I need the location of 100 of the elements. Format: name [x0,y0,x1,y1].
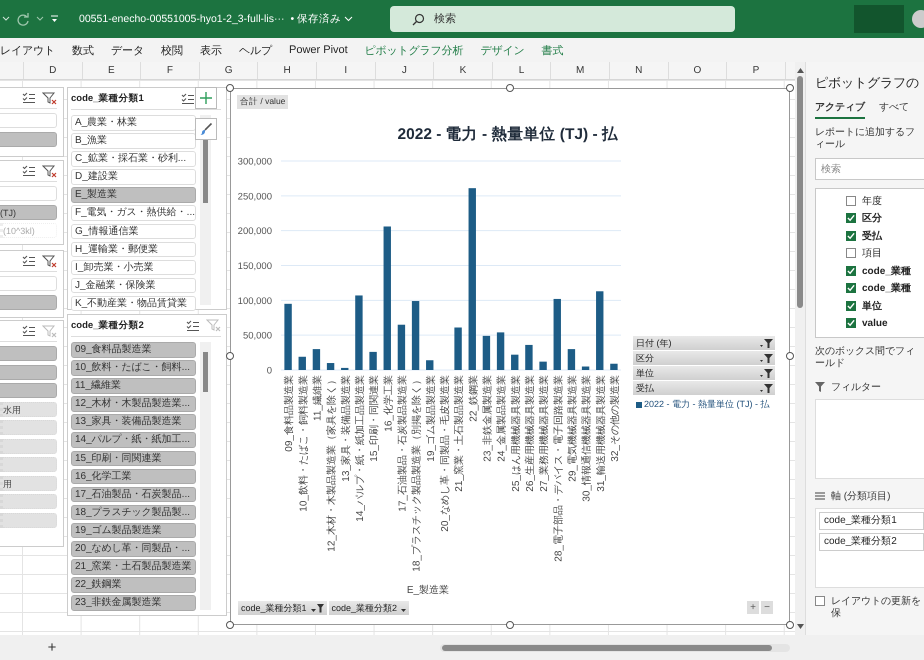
axis-field-button[interactable]: code_業種分類1 [238,601,327,615]
checkbox[interactable] [846,196,856,206]
ribbon-tab[interactable]: 校閲 [161,42,183,58]
slicer-item[interactable]: J_金融業・保険業 [71,278,196,294]
slicer-item[interactable]: 16_化学工業 [71,468,196,484]
clear-filter-icon[interactable] [42,92,57,104]
legend-field-button[interactable]: 受払 [633,381,775,395]
axis-field-item[interactable]: code_業種分類2 [819,533,924,551]
slicer-item[interactable]: 17_石油製品・石炭製品... [71,486,196,502]
slicer-item[interactable]: 水用 [0,402,57,416]
slicer-item[interactable]: 13_家具・装備品製造業 [71,414,196,430]
caret-icon[interactable] [2,16,10,22]
resize-handle[interactable] [786,621,794,629]
axis-field-item[interactable]: code_業種分類1 [819,512,924,530]
column-header[interactable]: F [141,62,200,79]
chart-style-button[interactable] [195,118,217,140]
field-label[interactable]: 受払 [862,228,882,243]
slicer-item[interactable]: 14_パルプ・紙・紙加工... [71,432,196,448]
checkbox[interactable] [846,266,856,276]
slicer-item[interactable]: 15_印刷・同関連業 [71,450,196,466]
resize-handle[interactable] [226,621,234,629]
column-header[interactable]: O [668,62,728,79]
slicer-item[interactable]: 用 [0,476,57,490]
bar[interactable] [568,349,576,370]
field-label[interactable]: 項目 [862,246,882,260]
value-field-button[interactable]: 合計 / value [237,95,288,109]
column-header[interactable]: N [610,62,669,79]
ribbon-tab[interactable]: 書式 [542,42,564,58]
checkbox-label[interactable]: レイアウトの更新を保 [831,596,924,620]
legend-field-button[interactable]: 区分 [633,351,775,365]
ribbon-tab[interactable]: ヘルプ [239,42,272,58]
pane-tab[interactable]: アクティブ [815,100,865,119]
column-header[interactable]: M [551,62,610,79]
bar[interactable] [412,301,420,370]
resize-handle[interactable] [506,621,514,629]
column-header[interactable]: H [258,62,317,79]
bar[interactable] [482,336,490,370]
resize-handle[interactable] [786,352,794,360]
ribbon-tab[interactable]: 表示 [200,42,222,58]
customize-toolbar-icon[interactable] [50,15,59,23]
bar[interactable] [525,344,533,370]
pane-tab[interactable]: すべて [879,100,909,119]
field-label[interactable]: 区分 [862,211,882,226]
checkbox[interactable] [846,213,856,224]
save-status[interactable]: • 保存済み [290,12,354,26]
checkbox[interactable] [846,300,856,311]
slicer-item[interactable]: 09_食料品製造業 [71,342,196,358]
ribbon-tab[interactable]: Power Pivot [289,44,348,56]
checkbox[interactable] [846,318,856,328]
ribbon-tab[interactable]: データ [111,42,144,58]
slicer-item[interactable]: D_建設業 [71,169,196,185]
checkbox[interactable] [846,283,856,294]
slicer-item[interactable]: I_卸売業・小売業 [71,260,196,276]
bar[interactable] [298,356,306,370]
slicer-item[interactable]: B_漁業 [71,133,196,149]
column-header[interactable]: E [82,62,142,79]
multi-select-icon[interactable] [22,165,36,177]
slicer-item[interactable]: F_電気・ガス・熱供給・... [71,205,196,221]
slicer-item[interactable]: 22_鉄鋼業 [71,577,196,593]
ribbon-tab[interactable]: デザイン [480,42,525,58]
slicer-item[interactable]: 23_非鉄金属製造業 [71,595,196,611]
bar[interactable] [426,360,434,370]
column-header[interactable]: J [376,62,434,79]
file-name[interactable]: 00551-enecho-00551005-hyo1-2_3-full-lis··· [79,13,284,25]
field-label[interactable]: 年度 [862,194,882,208]
resize-handle[interactable] [786,84,794,92]
slicer-item[interactable]: (TJ) [0,204,57,220]
axis-drop-area[interactable]: code_業種分類1 code_業種分類2 [815,508,924,588]
multi-select-icon[interactable] [22,92,36,104]
multi-select-icon[interactable] [181,92,195,104]
bar[interactable] [454,328,462,370]
zoom-button[interactable]: + [747,601,759,614]
slicer-item[interactable]: 11_繊維業 [71,378,196,394]
clear-filter-icon[interactable] [42,164,57,178]
field-label[interactable]: code_業種 [862,264,911,278]
column-header[interactable]: G [200,62,258,79]
field-search-input[interactable]: 検索 [815,158,924,180]
column-header[interactable]: P [727,62,786,79]
checkbox[interactable] [846,230,856,241]
bar[interactable] [341,368,348,370]
legend-field-button[interactable]: 単位 [633,366,775,380]
bar[interactable] [496,332,504,370]
bar[interactable] [369,352,377,370]
field-label[interactable]: code_業種 [862,281,911,296]
bar[interactable] [398,324,406,370]
slicer-item[interactable]: 21_窯業・土石製品製造業 [71,559,196,575]
chart-area[interactable] [230,88,790,625]
zoom-button[interactable]: − [761,601,773,614]
bar[interactable] [582,366,590,370]
add-element-button[interactable] [195,87,217,109]
column-header[interactable]: I [316,62,376,79]
slicer-item[interactable]: K_不動産業・物品賃貸業 [71,296,196,312]
slicer-item[interactable]: C_鉱業・採石業・砂利... [71,151,196,167]
slicer-item[interactable]: G_情報通信業 [71,224,196,240]
slicer-item[interactable]: A_農業・林業 [71,115,196,130]
bar[interactable] [355,295,363,370]
bar[interactable] [610,364,618,370]
redo-icon[interactable] [16,12,30,26]
multi-select-icon[interactable] [22,255,36,267]
column-header[interactable]: D [24,62,83,79]
